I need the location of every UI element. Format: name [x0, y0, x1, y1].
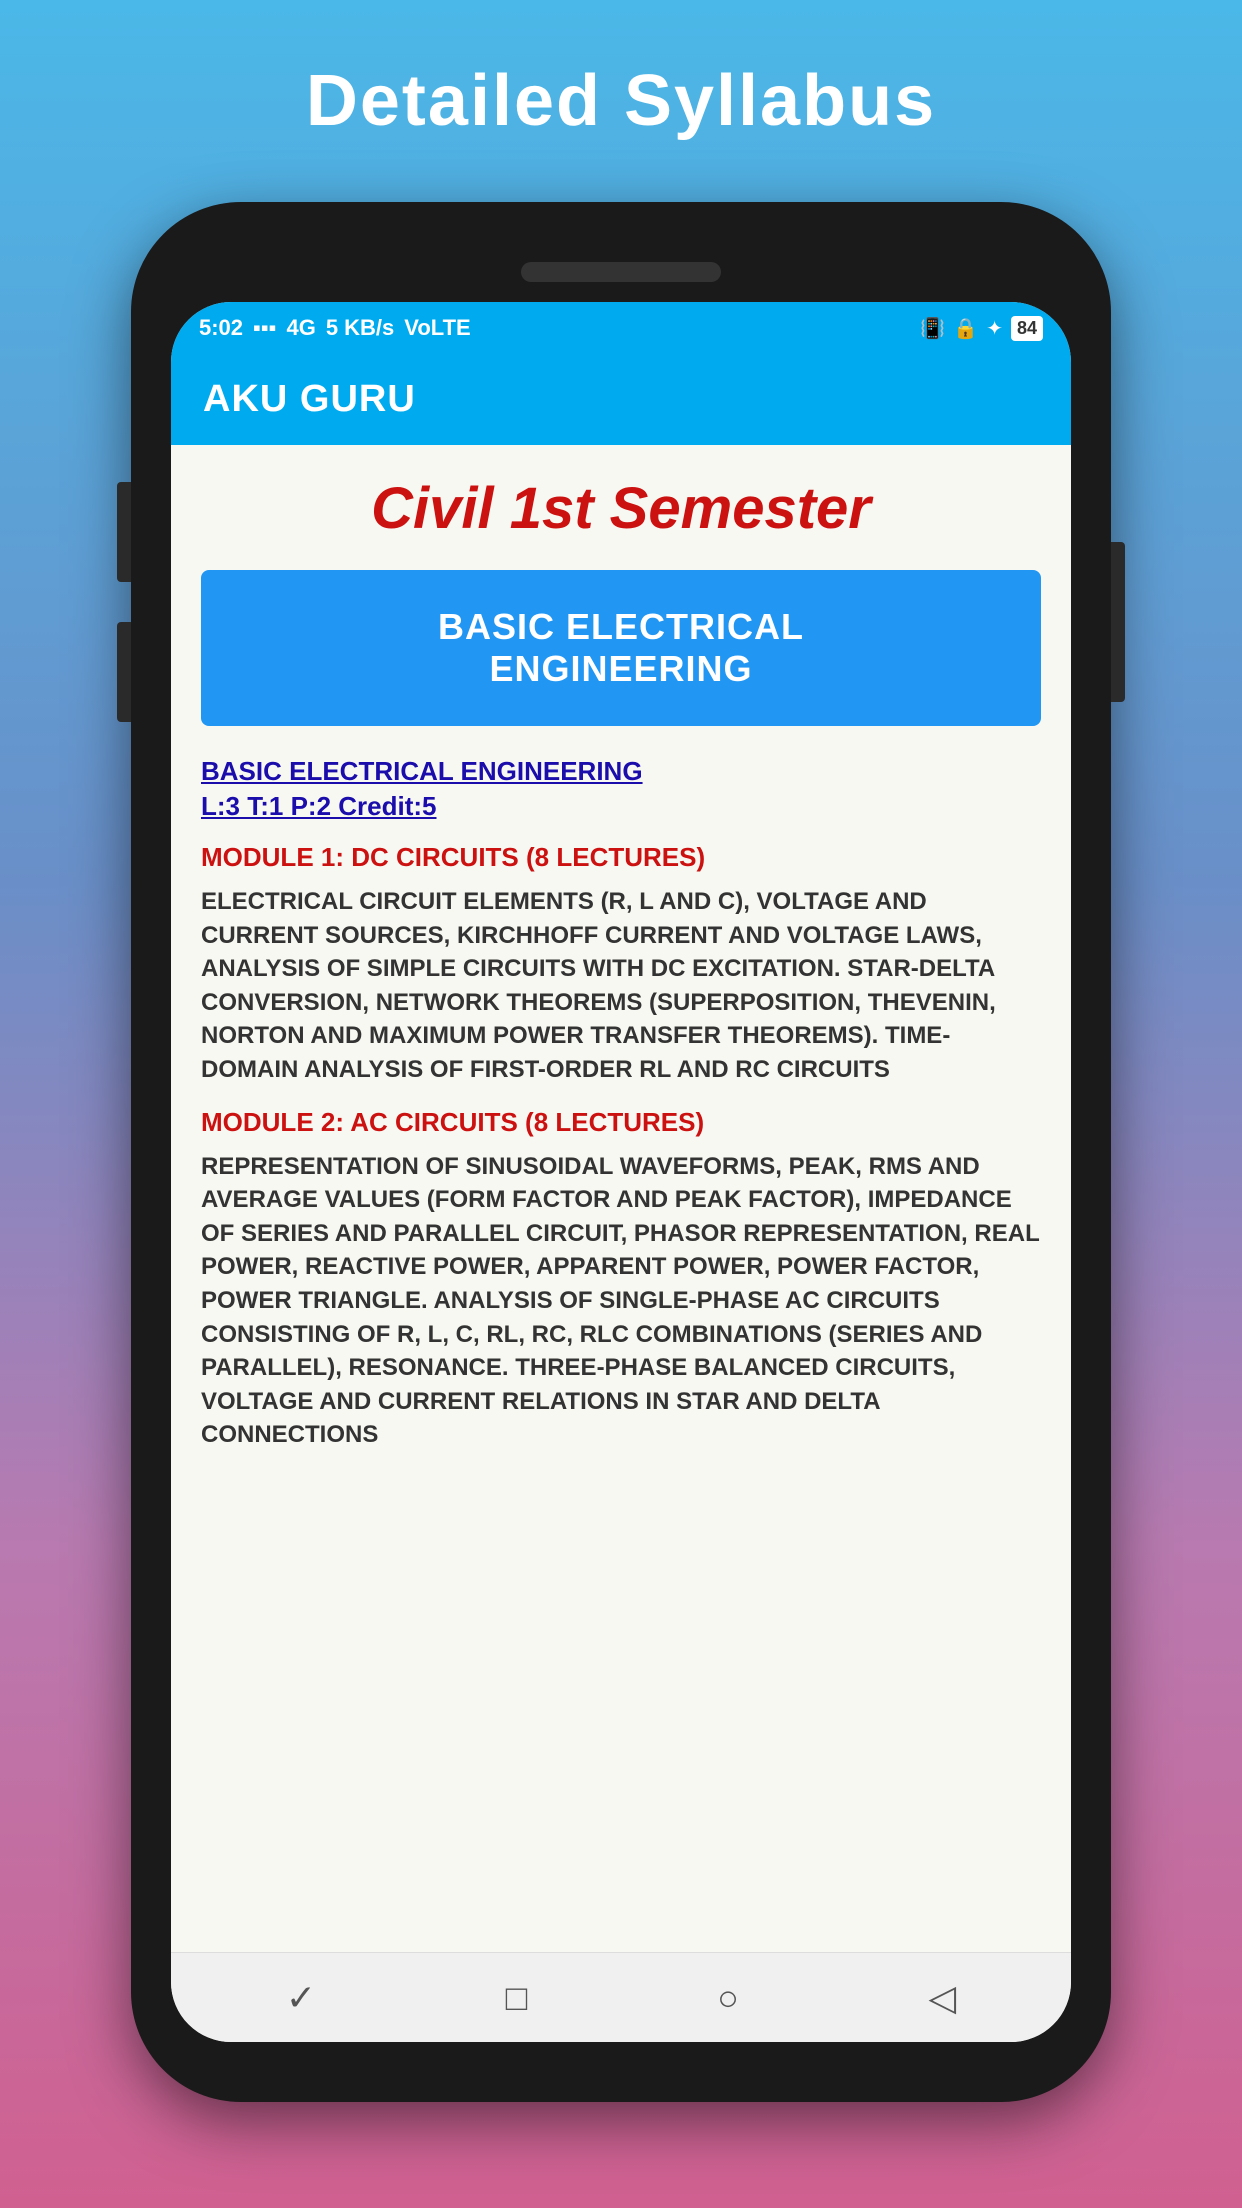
status-left: 5:02 ▪▪▪ 4G 5 KB/s VoLTE	[199, 315, 471, 341]
signal-icon: ▪▪▪	[253, 315, 276, 341]
nav-circle-icon[interactable]: ○	[717, 1977, 739, 2019]
subject-link-credits[interactable]: L:3 T:1 P:2 Credit:5	[201, 791, 1041, 822]
vibrate-icon: 📳	[920, 316, 945, 341]
lock-icon: 🔒	[953, 316, 978, 341]
phone-screen: 5:02 ▪▪▪ 4G 5 KB/s VoLTE 📳 🔒 ✦ 84 AKU GU…	[171, 302, 1071, 2042]
volte-indicator: VoLTE	[404, 315, 470, 341]
module1-header: MODULE 1: DC CIRCUITS (8 LECTURES)	[201, 842, 1041, 873]
battery-indicator: 84	[1011, 316, 1043, 341]
nav-forward-icon[interactable]: ◁	[928, 1977, 956, 2019]
side-button-volume-up	[117, 482, 131, 582]
bottom-nav: ✓ □ ○ ◁	[171, 1952, 1071, 2042]
phone-frame: 5:02 ▪▪▪ 4G 5 KB/s VoLTE 📳 🔒 ✦ 84 AKU GU…	[131, 202, 1111, 2102]
speed-indicator: 5 KB/s	[326, 315, 394, 341]
network-icon: 4G	[286, 315, 315, 341]
semester-title: Civil 1st Semester	[201, 475, 1041, 542]
bluetooth-icon: ✦	[986, 316, 1003, 341]
app-bar: AKU GURU	[171, 354, 1071, 445]
module1-content: ELECTRICAL CIRCUIT ELEMENTS (R, L AND C)…	[201, 885, 1041, 1087]
app-bar-title: AKU GURU	[203, 378, 416, 421]
status-time: 5:02	[199, 315, 243, 341]
side-button-power	[1111, 542, 1125, 702]
module2-content: REPRESENTATION OF SINUSOIDAL WAVEFORMS, …	[201, 1150, 1041, 1452]
nav-back-icon[interactable]: ✓	[286, 1977, 316, 2019]
screen-content: Civil 1st Semester BASIC ELECTRICAL ENGI…	[171, 445, 1071, 1952]
status-right: 📳 🔒 ✦ 84	[920, 316, 1043, 341]
status-bar: 5:02 ▪▪▪ 4G 5 KB/s VoLTE 📳 🔒 ✦ 84	[171, 302, 1071, 354]
subject-link-name[interactable]: BASIC ELECTRICAL ENGINEERING	[201, 756, 1041, 787]
nav-home-icon[interactable]: □	[506, 1977, 528, 2019]
page-background-title: Detailed Syllabus	[306, 60, 936, 142]
phone-speaker	[521, 262, 721, 282]
side-button-volume-down	[117, 622, 131, 722]
module2-header: MODULE 2: AC CIRCUITS (8 LECTURES)	[201, 1107, 1041, 1138]
subject-button[interactable]: BASIC ELECTRICAL ENGINEERING	[201, 570, 1041, 726]
syllabus-content: BASIC ELECTRICAL ENGINEERING L:3 T:1 P:2…	[201, 756, 1041, 1952]
